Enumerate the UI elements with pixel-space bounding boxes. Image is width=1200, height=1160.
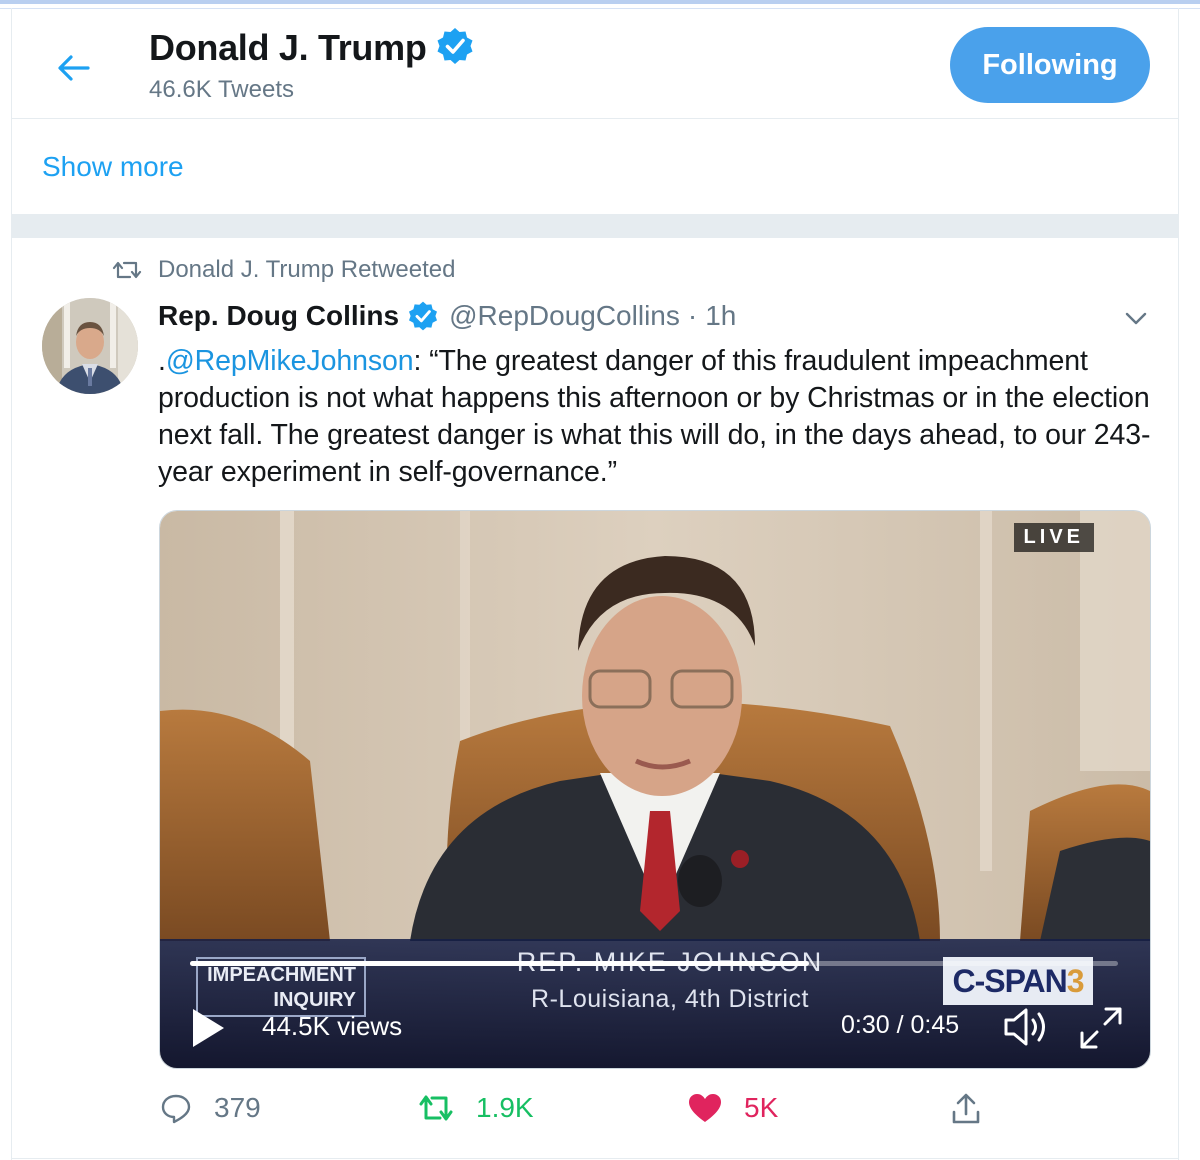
retweet-button[interactable]: 1.9K: [418, 1092, 534, 1124]
tweet-author: Rep. Doug Collins @RepDougCollins · 1h: [158, 300, 736, 332]
share-icon: [952, 1093, 980, 1124]
retweet-context-label: Donald J. Trump Retweeted: [158, 256, 456, 283]
reply-icon: [161, 1094, 191, 1124]
verified-badge-icon: [409, 301, 438, 331]
profile-name: Donald J. Trump: [149, 26, 475, 69]
chyron-box-line1: IMPEACHMENT: [207, 964, 356, 986]
retweet-icon: [419, 1095, 453, 1121]
video-progress-bar[interactable]: [190, 961, 1118, 966]
retweet-icon: [112, 261, 142, 279]
chevron-down-icon[interactable]: [1122, 306, 1150, 330]
video-progress-fill: [190, 961, 809, 966]
mention-link[interactable]: @RepMikeJohnson: [166, 345, 414, 377]
video-timecode: 0:30 / 0:45: [841, 1011, 960, 1039]
profile-timeline: Donald J. Trump 46.6K Tweets Following S…: [11, 8, 1179, 1160]
network-logo-text: C-SPAN: [952, 963, 1067, 999]
author-name[interactable]: Rep. Doug Collins: [158, 300, 399, 332]
play-icon[interactable]: [190, 1007, 226, 1049]
card-bottom-border: [12, 1158, 1178, 1159]
tweet-count: 46.6K Tweets: [149, 76, 294, 103]
avatar-photo: [42, 298, 138, 394]
reply-count: 379: [214, 1092, 261, 1123]
window-top-border: [0, 0, 1200, 4]
back-arrow-icon[interactable]: [54, 48, 94, 88]
network-logo-number: 3: [1066, 963, 1085, 999]
meta-separator: ·: [687, 300, 698, 331]
reply-button[interactable]: 379: [160, 1092, 261, 1124]
tweet-actions: 379 1.9K 5K: [12, 1092, 1178, 1142]
video-player[interactable]: LIVE IMPEACHMENT INQUIRY REP. MIKE JOHNS…: [159, 510, 1151, 1069]
volume-icon[interactable]: [1002, 1005, 1052, 1049]
like-heart-icon: [689, 1094, 721, 1122]
view-count: 44.5K views: [262, 1011, 403, 1041]
profile-header: Donald J. Trump 46.6K Tweets Following: [12, 8, 1178, 119]
verified-badge-icon: [437, 28, 473, 64]
retweet-count: 1.9K: [476, 1092, 534, 1123]
following-button[interactable]: Following: [950, 27, 1150, 103]
tweet-text-prefix: .: [158, 345, 166, 377]
avatar[interactable]: [42, 298, 138, 394]
fullscreen-icon[interactable]: [1078, 1005, 1124, 1051]
tweet-text: .@RepMikeJohnson: “The greatest danger o…: [158, 343, 1158, 491]
live-badge: LIVE: [1013, 523, 1094, 552]
show-more-link[interactable]: Show more: [42, 151, 184, 183]
section-divider: [12, 214, 1178, 238]
like-count: 5K: [744, 1092, 779, 1123]
author-handle[interactable]: @RepDougCollins: [449, 300, 680, 332]
retweet-context: Donald J. Trump Retweeted: [112, 256, 455, 284]
like-button[interactable]: 5K: [688, 1092, 778, 1124]
tweet-time[interactable]: 1h: [705, 300, 736, 332]
share-button[interactable]: [950, 1092, 1004, 1126]
profile-name-text: Donald J. Trump: [149, 27, 427, 68]
chyron-district: R-Louisiana, 4th District: [531, 985, 809, 1013]
